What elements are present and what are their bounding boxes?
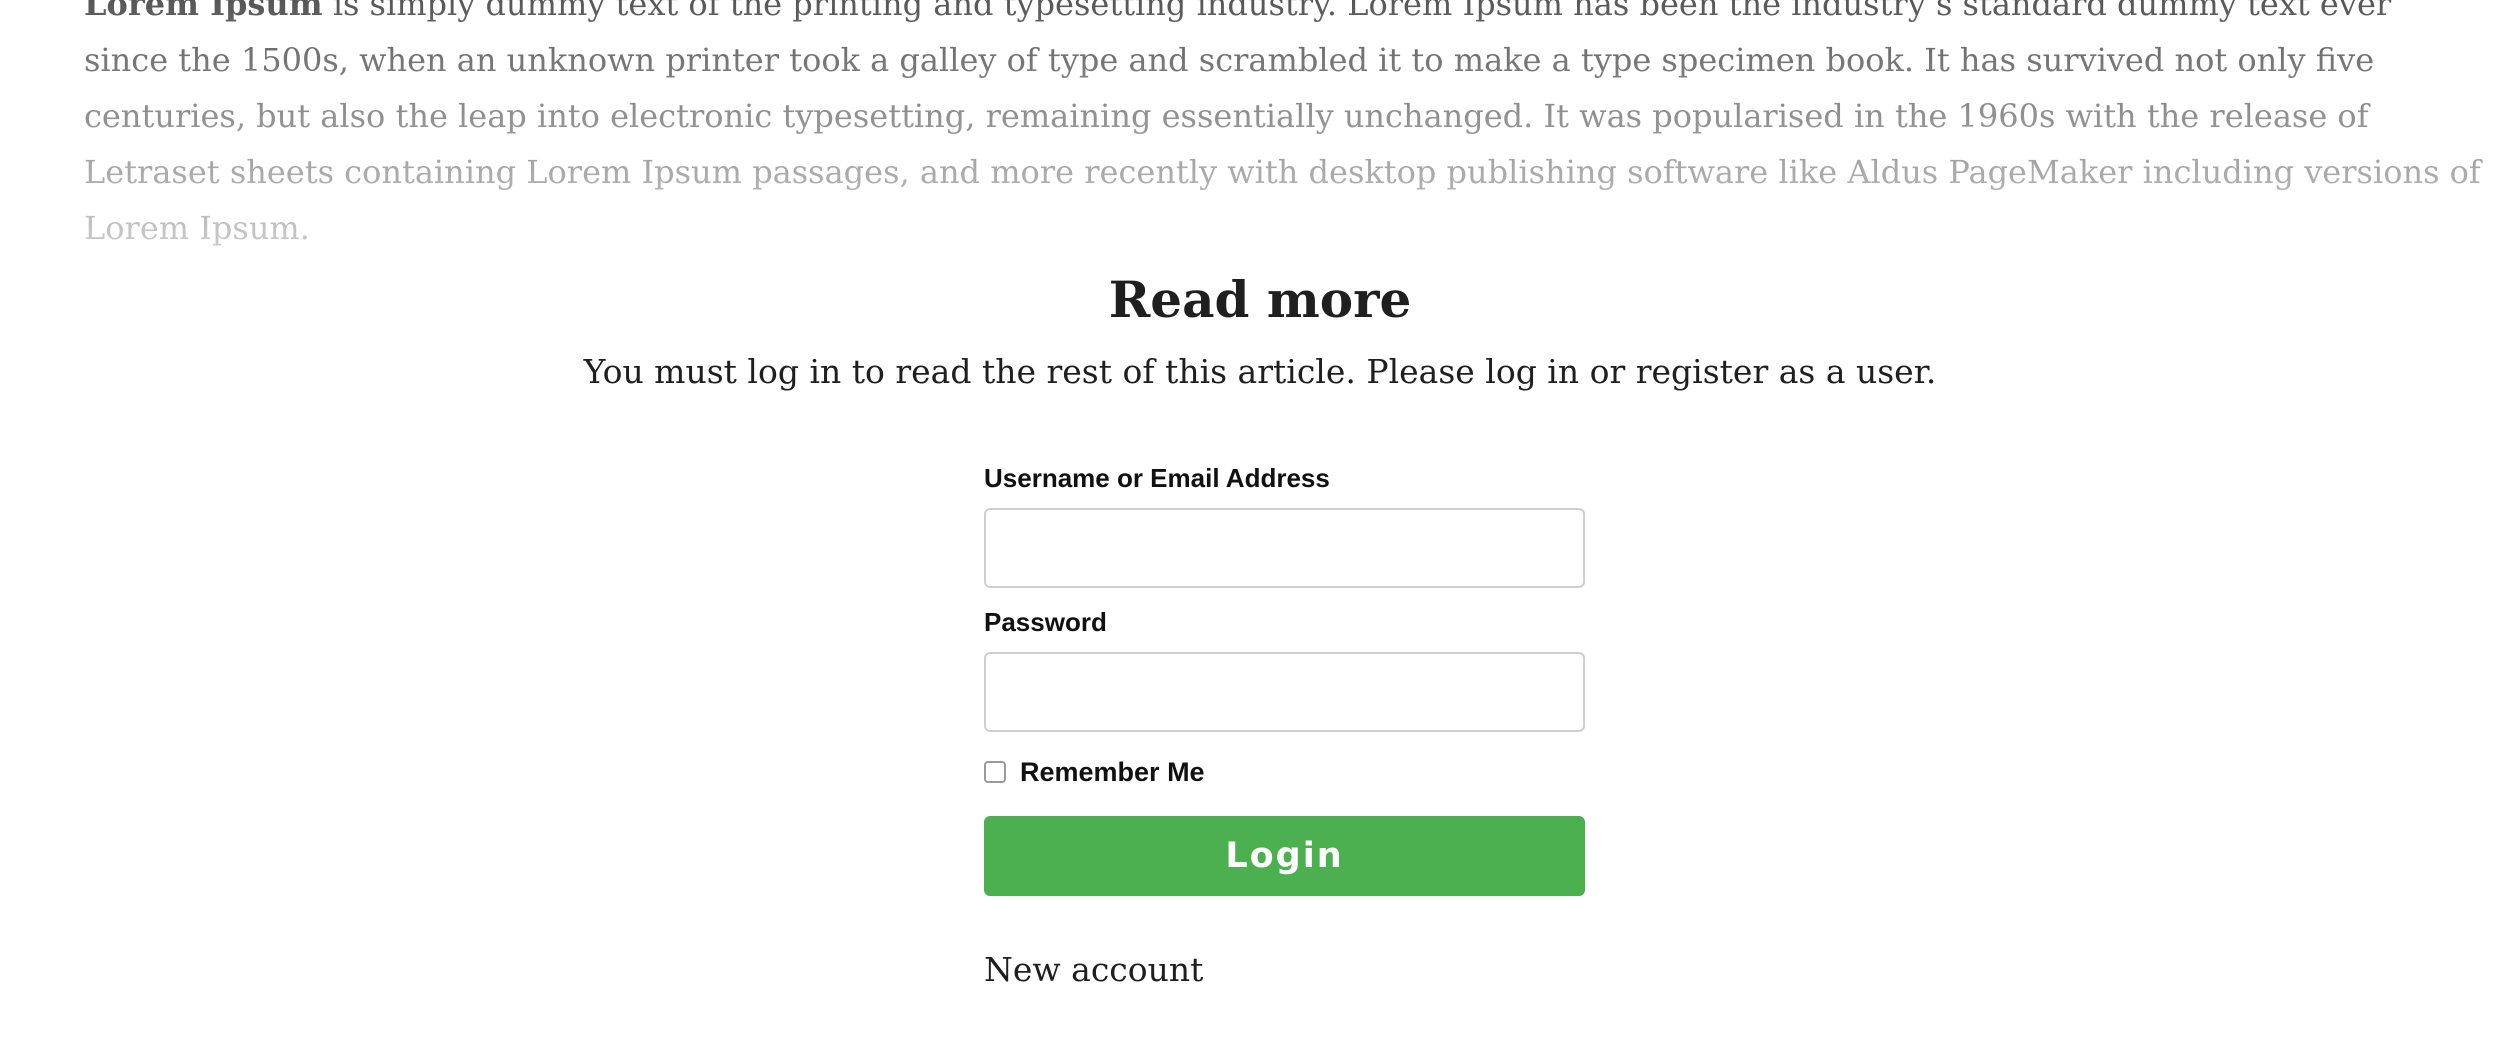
remember-me-row[interactable]: Remember Me bbox=[984, 754, 1585, 790]
username-input[interactable] bbox=[984, 508, 1585, 588]
excerpt-body: is simply dummy text of the printing and… bbox=[84, 0, 2481, 247]
password-label: Password bbox=[984, 607, 1107, 637]
article-excerpt: Lorem Ipsum is simply dummy text of the … bbox=[84, 0, 2484, 256]
password-input[interactable] bbox=[984, 652, 1585, 732]
read-more-heading: Read more bbox=[1108, 270, 1412, 329]
new-account-link[interactable]: New account bbox=[984, 946, 1203, 994]
remember-me-checkbox[interactable] bbox=[984, 761, 1006, 783]
login-button[interactable]: Login bbox=[984, 816, 1585, 896]
paywall-message: Read more You must log in to read the re… bbox=[0, 262, 2520, 402]
login-form: Username or Email Address Password Remem… bbox=[984, 460, 1585, 994]
username-label: Username or Email Address bbox=[984, 463, 1330, 493]
login-required-message: You must log in to read the rest of this… bbox=[583, 352, 1937, 391]
excerpt-lead: Lorem Ipsum bbox=[84, 0, 323, 23]
remember-me-label[interactable]: Remember Me bbox=[1020, 757, 1205, 788]
